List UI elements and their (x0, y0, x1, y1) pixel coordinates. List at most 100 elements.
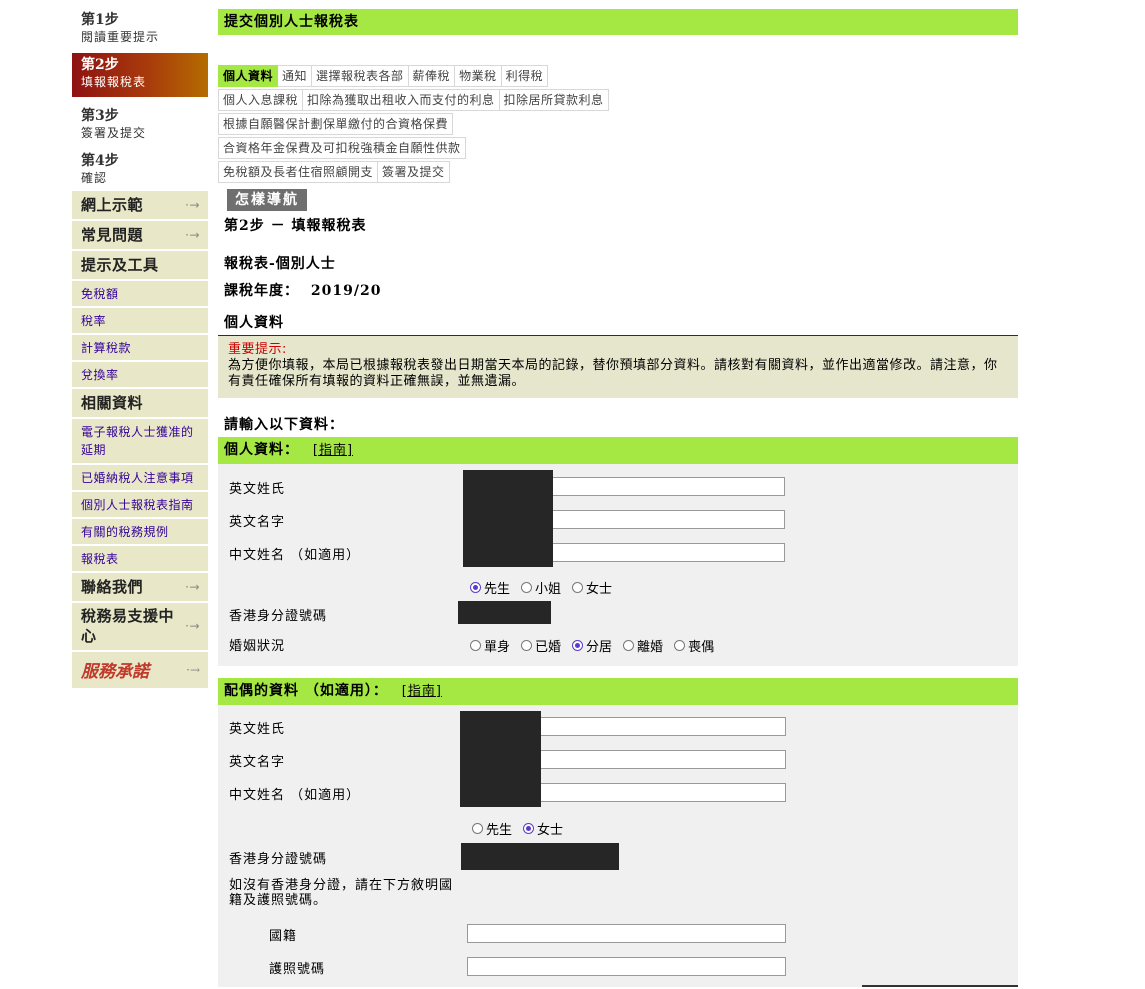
redacted-block (463, 470, 553, 567)
tab-sign-submit[interactable]: 簽署及提交 (378, 161, 450, 183)
radio-icon (470, 640, 481, 651)
spouse-chinese-name-input[interactable] (540, 783, 786, 802)
how-to-navigate-button[interactable]: 怎樣導航 (227, 189, 307, 211)
sidebar-heading-label: 相關資料 (81, 394, 144, 412)
radio-label: 小姐 (535, 582, 562, 597)
radio-selected-icon (470, 582, 481, 593)
sidebar-item-contact[interactable]: 聯絡我們 ·→ (72, 573, 208, 603)
tab-personal-assessment[interactable]: 個人入息課稅 (218, 89, 304, 111)
step-1-sub: 閱讀重要提示 (81, 30, 160, 44)
passport-input[interactable] (467, 957, 786, 976)
chinese-name-input[interactable] (552, 543, 785, 562)
link-label: 計算稅款 (81, 340, 132, 355)
link-label: 已婚納稅人注意事項 (81, 470, 194, 485)
spouse-title-radio-mr[interactable]: 先生 (472, 819, 512, 838)
tab-property-tax[interactable]: 物業稅 (455, 65, 502, 87)
step-3-sub: 簽署及提交 (81, 126, 147, 140)
tab-rental-interest[interactable]: 扣除為獲取出租收入而支付的利息 (303, 89, 500, 111)
tab-vhis-premiums[interactable]: 根據自願醫保計劃保單繳付的合資格保費 (218, 113, 454, 135)
sidebar-item-label: 稅務易支援中心 (81, 607, 175, 645)
year-value: 2019/20 (310, 283, 382, 299)
spouse-guide-link[interactable]: [指南] (402, 684, 442, 699)
marital-radio-married[interactable]: 已婚 (521, 636, 561, 655)
link-label: 報稅表 (81, 551, 119, 566)
tab-profits-tax[interactable]: 利得稅 (501, 65, 549, 87)
sidebar-link-allowances[interactable]: 免稅額 (72, 281, 208, 308)
tab-annuity-mpf[interactable]: 合資格年金保費及可扣稅強積金自願性供款 (218, 137, 466, 159)
personal-form-header: 個人資料： [指南] (218, 437, 1018, 464)
personal-section-title: 個人資料 (218, 311, 1018, 336)
page-title: 提交個別人士報稅表 (218, 9, 1018, 35)
given-name-input[interactable] (552, 510, 785, 529)
expand-arrow-icon: ·→ (185, 619, 200, 633)
marital-radio-single[interactable]: 單身 (470, 636, 510, 655)
radio-icon (521, 582, 533, 593)
tab-home-loan-interest[interactable]: 扣除居所貸款利息 (499, 89, 609, 111)
notice-text: 為方便你填報，本局已根據報稅表發出日期當天本局的記錄，替你預填部分資料。請核對有… (228, 358, 998, 389)
sidebar-link-guide[interactable]: 個別人士報稅表指南 (72, 492, 208, 519)
surname-input[interactable] (552, 477, 785, 496)
tab-salaries-tax[interactable]: 薪俸稅 (408, 65, 456, 87)
surname-label: 英文姓氏 (229, 482, 286, 497)
important-notice: 重要提示: 為方便你填報，本局已根據報稅表發出日期當天本局的記錄，替你預填部分資… (218, 336, 1018, 398)
sidebar-heading-label: 提示及工具 (81, 256, 159, 274)
chinese-name-label: 中文姓名 （如適用） (229, 548, 361, 563)
spouse-surname-label: 英文姓氏 (229, 722, 286, 737)
title-radio-miss[interactable]: 小姐 (521, 578, 561, 597)
sidebar-item-label: 常見問題 (81, 226, 144, 244)
personal-guide-link[interactable]: [指南] (313, 443, 353, 458)
radio-selected-icon (572, 640, 584, 651)
title-radio-mr[interactable]: 先生 (470, 578, 510, 597)
radio-icon (472, 823, 483, 834)
spouse-given-name-input[interactable] (540, 750, 786, 769)
sidebar-item-faq[interactable]: 常見問題 ·→ (72, 221, 208, 251)
personal-form: 英文姓氏 英文名字 中文姓名 （如適用） 先生 小姐 女士 香港身分證號碼 婚姻… (218, 464, 1018, 666)
link-label: 電子報稅人士獲准的延期 (81, 425, 194, 457)
marital-radio-group: 單身 已婚 分居 離婚 喪偶 (470, 636, 725, 655)
sidebar-link-extension[interactable]: 電子報稅人士獲准的延期 (72, 419, 208, 465)
expand-arrow-icon: ·→ (185, 197, 200, 212)
sidebar-heading-related: 相關資料 (72, 389, 208, 419)
tab-allowances-elderly[interactable]: 免稅額及長者住宿照顧開支 (218, 161, 379, 183)
radio-label: 先生 (486, 823, 513, 838)
link-label: 個別人士報稅表指南 (81, 497, 194, 512)
spouse-title-radio-ms[interactable]: 女士 (523, 819, 563, 838)
sidebar-link-exchange[interactable]: 兌換率 (72, 362, 208, 389)
title-radio-ms[interactable]: 女士 (572, 578, 612, 597)
sidebar-link-rules[interactable]: 有關的稅務規例 (72, 519, 208, 546)
sidebar-item-pledge[interactable]: 服務承諾 ·→ (72, 652, 208, 690)
spouse-surname-input[interactable] (540, 717, 786, 736)
step-1[interactable]: 第1步 閱讀重要提示 (72, 8, 208, 46)
step-3[interactable]: 第3步 簽署及提交 (72, 104, 208, 142)
sidebar-link-married-notes[interactable]: 已婚納稅人注意事項 (72, 465, 208, 492)
sidebar-link-tax-calc[interactable]: 計算稅款 (72, 335, 208, 362)
year-label: 課稅年度： (224, 283, 299, 299)
nationality-label: 國籍 (269, 929, 298, 944)
marital-radio-widowed[interactable]: 喪偶 (674, 636, 714, 655)
sidebar-item-online-demo[interactable]: 網上示範 ·→ (72, 191, 208, 221)
tab-personal[interactable]: 個人資料 (218, 65, 279, 87)
step-2-title: 第2步 (81, 57, 119, 73)
section-tabs: 個人資料 通知 選擇報稅表各部 薪俸稅 物業稅 利得稅 個人入息課稅 扣除為獲取… (218, 64, 1018, 184)
tab-notice[interactable]: 通知 (278, 65, 313, 87)
personal-form-title: 個人資料： (224, 442, 299, 458)
radio-label: 先生 (484, 582, 511, 597)
step-2[interactable]: 第2步 填報報稅表 (72, 53, 208, 97)
spouse-form: 英文姓氏 英文名字 中文姓名 （如適用） 先生 女士 香港身分證號碼 如沒有香港… (218, 705, 1018, 987)
sidebar-link-tax-rates[interactable]: 稅率 (72, 308, 208, 335)
radio-icon (674, 640, 686, 651)
nationality-input[interactable] (467, 924, 786, 943)
redacted-hkid (458, 601, 551, 624)
expand-arrow-icon: ·→ (186, 662, 200, 677)
marital-radio-divorced[interactable]: 離婚 (623, 636, 663, 655)
passport-label: 護照號碼 (269, 962, 326, 977)
sidebar-link-return[interactable]: 報稅表 (72, 546, 208, 573)
step-4[interactable]: 第4步 確認 (72, 149, 208, 187)
tab-select-parts[interactable]: 選擇報稅表各部 (312, 65, 409, 87)
expand-arrow-icon: ·→ (185, 227, 200, 242)
sidebar-item-support-centre[interactable]: 稅務易支援中心 ·→ (72, 603, 208, 652)
hkid-label: 香港身分證號碼 (229, 609, 328, 624)
radio-icon (623, 640, 635, 651)
marital-radio-separated[interactable]: 分居 (572, 636, 612, 655)
form-name: 報稅表-個別人士 (224, 256, 336, 272)
